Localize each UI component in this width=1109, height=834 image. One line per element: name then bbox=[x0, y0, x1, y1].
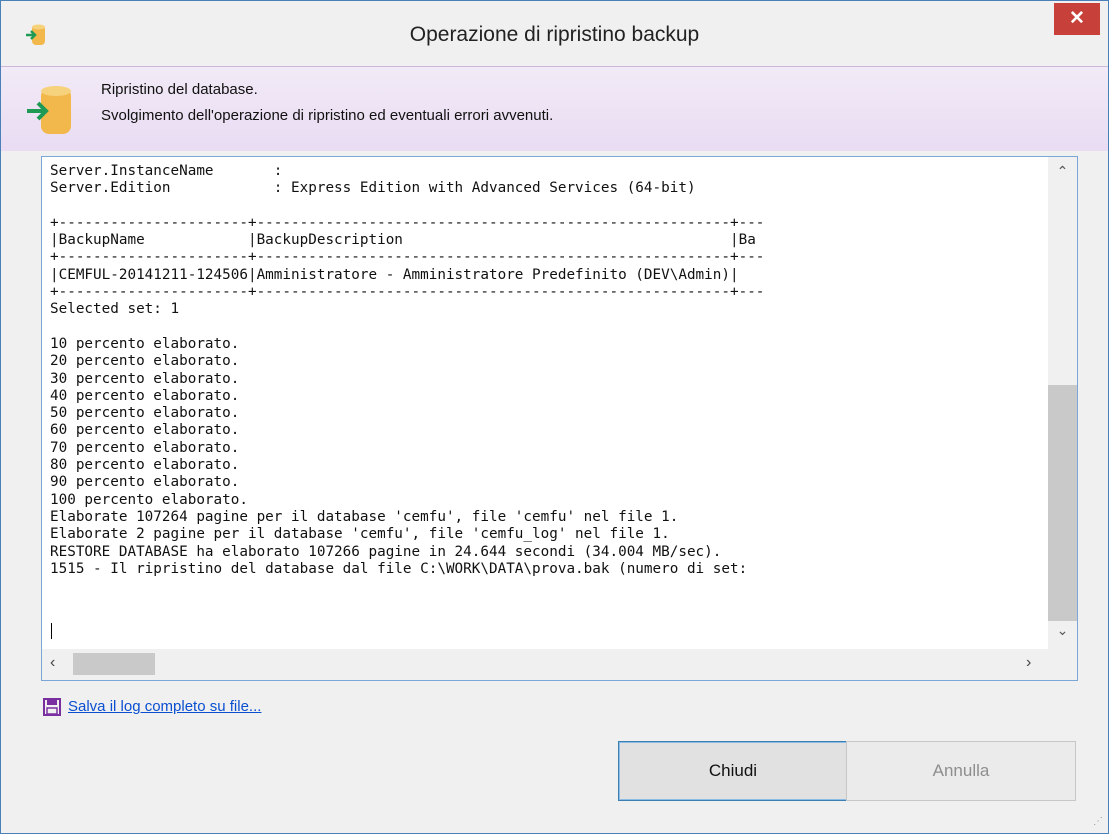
log-line: 90 percento elaborato. bbox=[50, 474, 240, 491]
log-line: 20 percento elaborato. bbox=[50, 353, 240, 370]
log-line: 60 percento elaborato. bbox=[50, 422, 240, 439]
log-line: Server.Edition : Express Edition with Ad… bbox=[50, 180, 696, 197]
log-line: 80 percento elaborato. bbox=[50, 457, 240, 474]
horizontal-scroll-thumb[interactable] bbox=[73, 653, 155, 675]
log-output[interactable]: Server.InstanceName : Server.Edition : Ex… bbox=[41, 156, 1078, 681]
cancel-button[interactable]: Annulla bbox=[846, 741, 1076, 801]
window-title: Operazione di ripristino backup bbox=[409, 23, 700, 46]
log-line: Server.InstanceName : bbox=[50, 163, 283, 179]
close-button[interactable]: Chiudi bbox=[618, 741, 848, 801]
log-line: 10 percento elaborato. bbox=[50, 335, 240, 352]
log-line: |BackupName |BackupDescription |Ba bbox=[50, 232, 756, 249]
log-line: 100 percento elaborato. bbox=[50, 491, 248, 508]
log-line: +----------------------+----------------… bbox=[50, 249, 765, 266]
restore-dialog: Operazione di ripristino backup ✕ Ripris… bbox=[0, 0, 1109, 834]
scrollbar-corner bbox=[1048, 649, 1077, 680]
log-line: 1515 - Il ripristino del database dal fi… bbox=[50, 560, 748, 577]
log-line: 40 percento elaborato. bbox=[50, 387, 240, 404]
vertical-scroll-thumb[interactable] bbox=[1048, 385, 1077, 621]
log-line: +----------------------+----------------… bbox=[50, 284, 765, 301]
resize-grip-icon[interactable]: ⋰ bbox=[1093, 816, 1103, 827]
database-arrow-icon bbox=[27, 86, 71, 134]
scroll-left-icon[interactable]: ‹ bbox=[50, 654, 70, 676]
floppy-disk-icon[interactable] bbox=[43, 698, 61, 716]
log-line: Selected set: 1 bbox=[50, 301, 180, 318]
horizontal-scrollbar[interactable] bbox=[42, 649, 1048, 680]
scroll-down-icon[interactable]: ⌄ bbox=[1048, 622, 1077, 644]
header-description: Svolgimento dell'operazione di ripristin… bbox=[101, 107, 554, 124]
log-line: +----------------------+----------------… bbox=[50, 214, 765, 231]
log-line: 70 percento elaborato. bbox=[50, 439, 240, 456]
title-bar[interactable]: Operazione di ripristino backup ✕ bbox=[1, 1, 1108, 66]
log-line: 50 percento elaborato. bbox=[50, 405, 240, 422]
scroll-up-icon[interactable]: ⌃ bbox=[1048, 163, 1077, 185]
log-line: 30 percento elaborato. bbox=[50, 370, 240, 387]
log-line: Elaborate 2 pagine per il database 'cemf… bbox=[50, 526, 670, 543]
close-icon[interactable]: ✕ bbox=[1054, 3, 1100, 35]
log-line: |CEMFUL-20141211-124506|Amministratore -… bbox=[50, 266, 739, 283]
save-log-link[interactable]: Salva il log completo su file... bbox=[68, 698, 261, 715]
log-line: RESTORE DATABASE ha elaborato 107266 pag… bbox=[50, 543, 722, 560]
log-text[interactable]: Server.InstanceName : Server.Edition : Ex… bbox=[50, 163, 1040, 643]
log-line: Elaborate 107264 pagine per il database … bbox=[50, 508, 679, 525]
scroll-right-icon[interactable]: › bbox=[1026, 654, 1046, 676]
header-title: Ripristino del database. bbox=[101, 81, 258, 98]
text-caret bbox=[51, 623, 52, 639]
